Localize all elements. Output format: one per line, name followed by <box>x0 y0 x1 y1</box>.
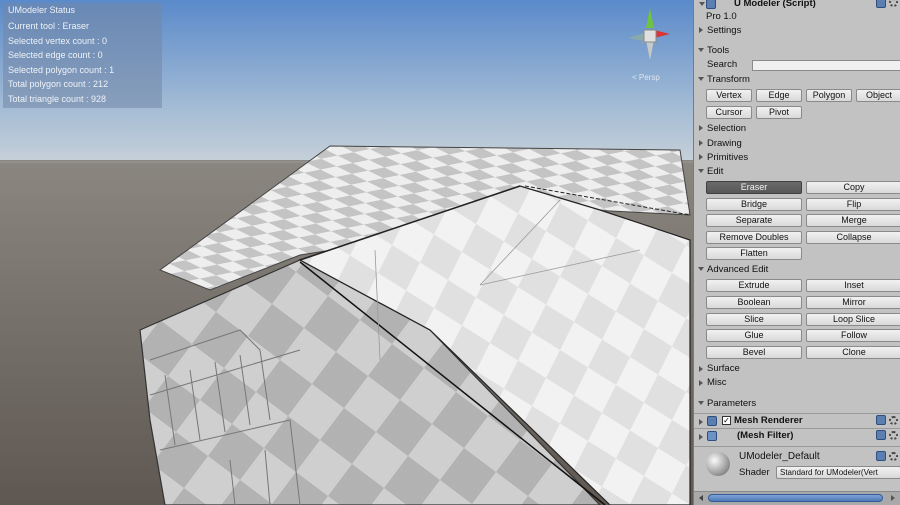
collapse-button[interactable]: Collapse <box>806 231 900 244</box>
copy-button[interactable]: Copy <box>806 181 900 194</box>
material-sphere-icon <box>706 452 730 476</box>
foldout-advanced-edit[interactable]: Advanced Edit <box>707 264 768 275</box>
status-total-polygon: Total polygon count : 212 <box>8 79 109 89</box>
divider <box>694 413 900 414</box>
polygon-button[interactable]: Polygon <box>806 89 852 102</box>
status-current-tool: Current tool : Eraser <box>8 21 90 31</box>
cursor-button[interactable]: Cursor <box>706 106 752 119</box>
follow-button[interactable]: Follow <box>806 329 900 342</box>
foldout-parameters[interactable]: Parameters <box>707 398 756 409</box>
transform-arrow-icon[interactable] <box>698 77 704 81</box>
foldout-surface[interactable]: Surface <box>707 363 740 374</box>
mesh-filter-arrow-icon[interactable] <box>699 434 703 440</box>
foldout-edit[interactable]: Edit <box>707 166 723 177</box>
mesh-renderer-icon <box>707 416 717 426</box>
foldout-drawing[interactable]: Drawing <box>707 138 742 149</box>
divider <box>694 446 900 447</box>
shader-label: Shader <box>739 467 770 478</box>
eraser-button[interactable]: Eraser <box>706 181 802 194</box>
vertex-button[interactable]: Vertex <box>706 89 752 102</box>
mesh-filter-icon <box>707 431 717 441</box>
umodeler-status-panel: UModeler Status Current tool : Eraser Se… <box>3 3 162 108</box>
bridge-button[interactable]: Bridge <box>706 198 802 211</box>
advanced-edit-arrow-icon[interactable] <box>698 267 704 271</box>
material-name: UModeler_Default <box>739 451 820 462</box>
flip-button[interactable]: Flip <box>806 198 900 211</box>
foldout-tools[interactable]: Tools <box>707 45 729 56</box>
help-book-icon[interactable] <box>876 451 886 461</box>
divider <box>694 428 900 429</box>
shader-dropdown[interactable]: Standard for UModeler(Vert <box>776 466 900 479</box>
gear-icon[interactable] <box>889 452 898 461</box>
slice-button[interactable]: Slice <box>706 313 802 326</box>
scene-view[interactable]: UModeler Status Current tool : Eraser Se… <box>0 0 693 505</box>
extrude-button[interactable]: Extrude <box>706 279 802 292</box>
status-selected-vertex: Selected vertex count : 0 <box>8 35 108 46</box>
gear-icon[interactable] <box>889 0 898 7</box>
help-book-icon[interactable] <box>876 430 886 440</box>
foldout-misc[interactable]: Misc <box>707 377 727 388</box>
drawing-arrow-icon[interactable] <box>699 140 703 146</box>
status-total-triangle: Total triangle count : 928 <box>8 93 107 104</box>
settings-arrow-icon[interactable] <box>699 27 703 33</box>
inspector-panel: U Modeler (Script) Pro 1.0 Settings Tool… <box>693 0 900 505</box>
mesh-renderer-enabled-checkbox[interactable]: ✓ <box>722 416 731 425</box>
script-icon <box>706 0 716 9</box>
remove-doubles-button[interactable]: Remove Doubles <box>706 231 802 244</box>
status-selected-edge: Selected edge count : 0 <box>8 50 103 60</box>
tools-arrow-icon[interactable] <box>698 48 704 52</box>
glue-button[interactable]: Glue <box>706 329 802 342</box>
flatten-button[interactable]: Flatten <box>706 247 802 260</box>
search-label: Search <box>707 59 738 70</box>
search-input[interactable] <box>752 60 900 71</box>
mesh-renderer-arrow-icon[interactable] <box>699 419 703 425</box>
parameters-arrow-icon[interactable] <box>698 401 704 405</box>
projection-label[interactable]: < Persp <box>632 73 660 82</box>
scroll-right-icon[interactable] <box>891 495 895 501</box>
merge-button[interactable]: Merge <box>806 214 900 227</box>
misc-arrow-icon[interactable] <box>699 380 703 386</box>
status-title: UModeler Status <box>8 5 76 15</box>
primitives-arrow-icon[interactable] <box>699 154 703 160</box>
pivot-button[interactable]: Pivot <box>756 106 802 119</box>
version-label: Pro 1.0 <box>706 11 737 22</box>
collapse-arrow-icon[interactable] <box>699 2 705 6</box>
help-book-icon[interactable] <box>876 0 886 8</box>
selection-arrow-icon[interactable] <box>699 125 703 131</box>
object-button[interactable]: Object <box>856 89 900 102</box>
help-book-icon[interactable] <box>876 415 886 425</box>
scroll-left-icon[interactable] <box>699 495 703 501</box>
scrollbar-thumb[interactable] <box>708 494 883 502</box>
foldout-settings[interactable]: Settings <box>707 25 741 36</box>
edge-button[interactable]: Edge <box>756 89 802 102</box>
mesh-filter-title[interactable]: (Mesh Filter) <box>737 430 793 441</box>
gear-icon[interactable] <box>889 416 898 425</box>
mirror-button[interactable]: Mirror <box>806 296 900 309</box>
edit-arrow-icon[interactable] <box>698 169 704 173</box>
boolean-button[interactable]: Boolean <box>706 296 802 309</box>
foldout-primitives[interactable]: Primitives <box>707 152 748 163</box>
foldout-transform[interactable]: Transform <box>707 74 750 85</box>
status-selected-polygon: Selected polygon count : 1 <box>8 64 115 75</box>
mesh-renderer-title[interactable]: Mesh Renderer <box>734 415 803 426</box>
foldout-selection[interactable]: Selection <box>707 123 746 134</box>
loop-slice-button[interactable]: Loop Slice <box>806 313 900 326</box>
separate-button[interactable]: Separate <box>706 214 802 227</box>
clone-button[interactable]: Clone <box>806 346 900 359</box>
gear-icon[interactable] <box>889 431 898 440</box>
component-title: U Modeler (Script) <box>734 0 816 9</box>
bevel-button[interactable]: Bevel <box>706 346 802 359</box>
inset-button[interactable]: Inset <box>806 279 900 292</box>
surface-arrow-icon[interactable] <box>699 366 703 372</box>
